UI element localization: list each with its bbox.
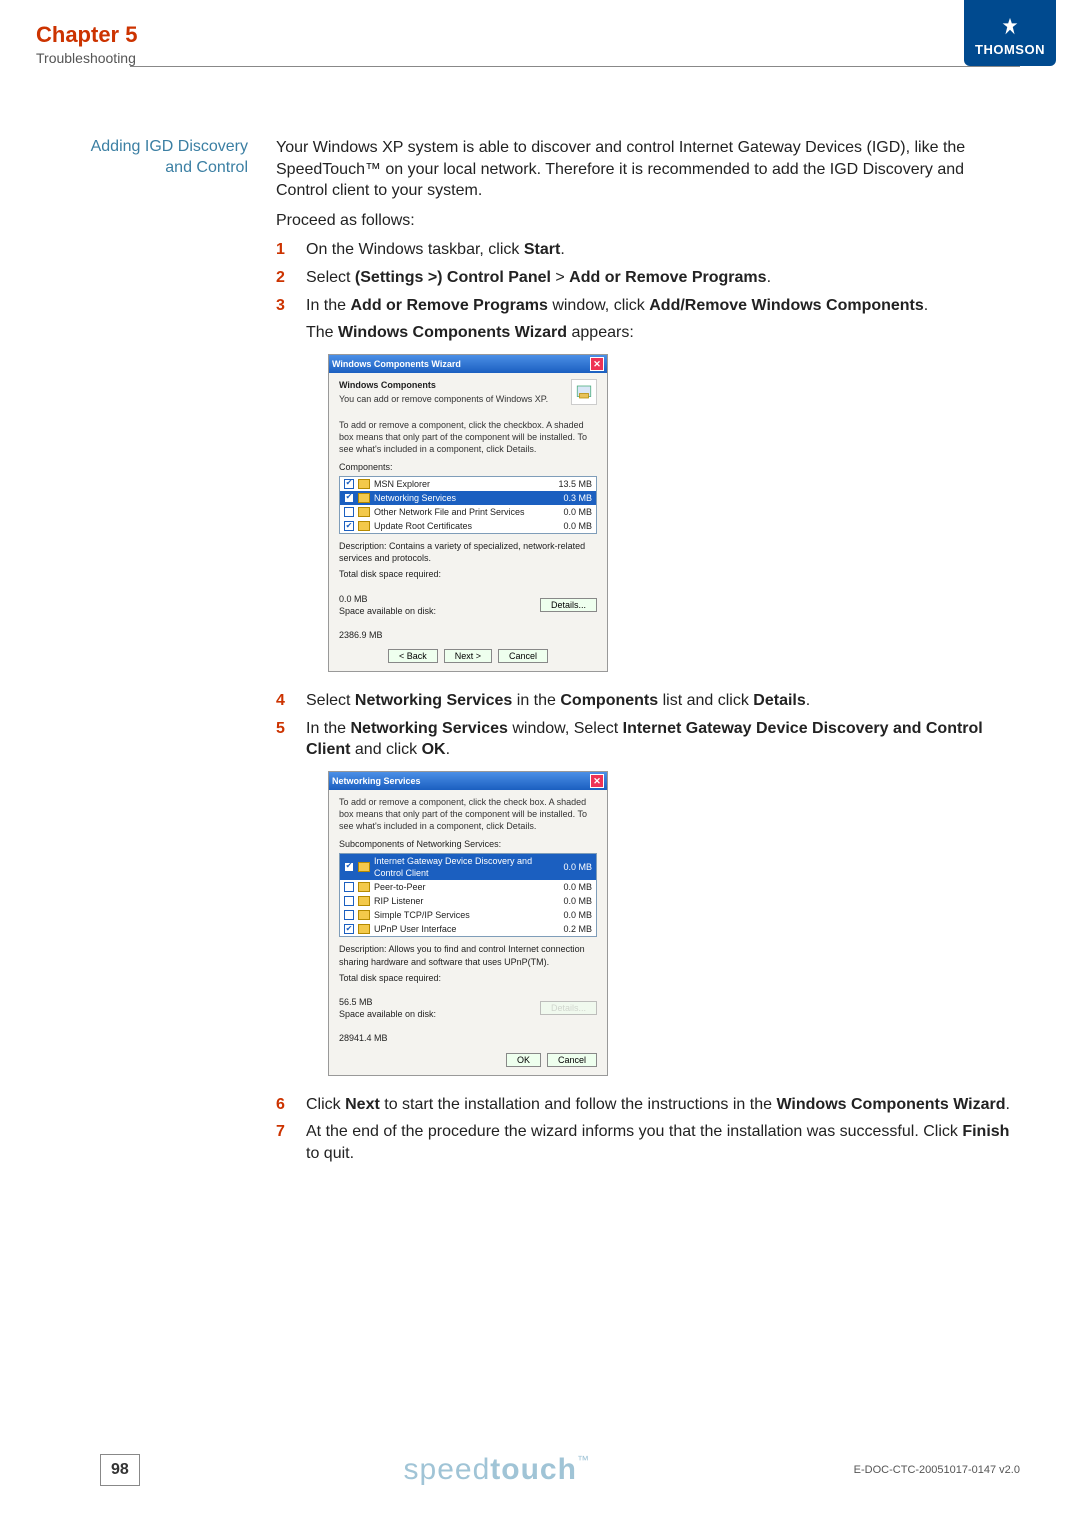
side-heading-line2: and Control bbox=[36, 158, 248, 179]
step-text: In the Networking Services window, Selec… bbox=[306, 718, 1020, 1088]
speedtouch-logo: speedtouch™ bbox=[404, 1453, 590, 1487]
checkbox-icon[interactable] bbox=[344, 896, 354, 906]
step-number: 3 bbox=[276, 295, 292, 685]
dialog-windows-components-wizard: Windows Components Wizard ✕ Windows Comp… bbox=[328, 354, 608, 673]
step-list: 1 On the Windows taskbar, click Start. 2… bbox=[276, 239, 1020, 1164]
chapter-title: Chapter 5 bbox=[36, 22, 137, 48]
side-heading-line1: Adding IGD Discovery bbox=[36, 137, 248, 158]
cancel-button[interactable]: Cancel bbox=[498, 649, 548, 663]
dialog-networking-services: Networking Services ✕ To add or remove a… bbox=[328, 771, 608, 1076]
step-text: Click Next to start the installation and… bbox=[306, 1094, 1020, 1116]
step-text: Select Networking Services in the Compon… bbox=[306, 690, 1020, 712]
step-number: 2 bbox=[276, 267, 292, 289]
step-4: 4 Select Networking Services in the Comp… bbox=[276, 690, 1020, 712]
page-number: 98 bbox=[100, 1454, 140, 1486]
page-footer: 98 speedtouch™ E-DOC-CTC-20051017-0147 v… bbox=[0, 1453, 1080, 1487]
checkbox-icon[interactable] bbox=[344, 479, 354, 489]
dialog-titlebar: Windows Components Wizard ✕ bbox=[329, 355, 607, 373]
dialog-help-text: To add or remove a component, click the … bbox=[339, 796, 597, 832]
checkbox-icon[interactable] bbox=[344, 507, 354, 517]
close-icon[interactable]: ✕ bbox=[590, 357, 604, 371]
folder-icon bbox=[358, 479, 370, 489]
checkbox-icon[interactable] bbox=[344, 924, 354, 934]
list-item[interactable]: Simple TCP/IP Services0.0 MB bbox=[340, 908, 596, 922]
dialog-subheading: You can add or remove components of Wind… bbox=[339, 393, 597, 405]
components-listbox[interactable]: MSN Explorer13.5 MB Networking Services0… bbox=[339, 476, 597, 535]
step-text: On the Windows taskbar, click Start. bbox=[306, 239, 1020, 261]
list-item[interactable]: Peer-to-Peer0.0 MB bbox=[340, 880, 596, 894]
checkbox-icon[interactable] bbox=[344, 882, 354, 892]
list-item[interactable]: RIP Listener0.0 MB bbox=[340, 894, 596, 908]
service-icon bbox=[358, 862, 370, 872]
components-label: Components: bbox=[339, 461, 597, 473]
dialog-help-text: To add or remove a component, click the … bbox=[339, 419, 597, 455]
service-icon bbox=[358, 910, 370, 920]
step-6: 6 Click Next to start the installation a… bbox=[276, 1094, 1020, 1116]
next-button[interactable]: Next > bbox=[444, 649, 492, 663]
dialog-titlebar: Networking Services ✕ bbox=[329, 772, 607, 790]
step-text: Select (Settings >) Control Panel > Add … bbox=[306, 267, 1020, 289]
details-button: Details... bbox=[540, 1001, 597, 1015]
totals-row: Total disk space required: 56.5 MB Space… bbox=[339, 972, 597, 1045]
intro-paragraph: Your Windows XP system is able to discov… bbox=[276, 137, 1020, 202]
thomson-icon bbox=[999, 16, 1021, 38]
document-id: E-DOC-CTC-20051017-0147 v2.0 bbox=[854, 1464, 1020, 1476]
checkbox-icon[interactable] bbox=[344, 862, 354, 872]
step-3: 3 In the Add or Remove Programs window, … bbox=[276, 295, 1020, 685]
chapter-block: Chapter 5 Troubleshooting bbox=[36, 22, 137, 66]
dialog-title: Windows Components Wizard bbox=[332, 358, 461, 370]
folder-icon bbox=[358, 507, 370, 517]
step-text: In the Add or Remove Programs window, cl… bbox=[306, 295, 1020, 685]
ok-button[interactable]: OK bbox=[506, 1053, 541, 1067]
step-number: 7 bbox=[276, 1121, 292, 1164]
step-number: 5 bbox=[276, 718, 292, 1088]
step-1: 1 On the Windows taskbar, click Start. bbox=[276, 239, 1020, 261]
checkbox-icon[interactable] bbox=[344, 910, 354, 920]
dialog-heading: Windows Components bbox=[339, 379, 597, 391]
folder-icon bbox=[358, 493, 370, 503]
step-number: 1 bbox=[276, 239, 292, 261]
service-icon bbox=[358, 882, 370, 892]
cancel-button[interactable]: Cancel bbox=[547, 1053, 597, 1067]
list-item[interactable]: UPnP User Interface0.2 MB bbox=[340, 922, 596, 936]
thomson-logo: THOMSON bbox=[964, 0, 1056, 66]
close-icon[interactable]: ✕ bbox=[590, 774, 604, 788]
proceed-label: Proceed as follows: bbox=[276, 210, 1020, 232]
dialog-button-row: < Back Next > Cancel bbox=[339, 649, 597, 663]
step-text: At the end of the procedure the wizard i… bbox=[306, 1121, 1020, 1164]
step-5: 5 In the Networking Services window, Sel… bbox=[276, 718, 1020, 1088]
details-button[interactable]: Details... bbox=[540, 598, 597, 612]
folder-icon bbox=[358, 521, 370, 531]
subcomponents-label: Subcomponents of Networking Services: bbox=[339, 838, 597, 850]
description-row: Description: Contains a variety of speci… bbox=[339, 540, 597, 564]
service-icon bbox=[358, 924, 370, 934]
side-heading: Adding IGD Discovery and Control bbox=[36, 137, 276, 1170]
service-icon bbox=[358, 896, 370, 906]
thomson-logo-text: THOMSON bbox=[975, 42, 1045, 57]
list-item[interactable]: Other Network File and Print Services0.0… bbox=[340, 505, 596, 519]
list-item[interactable]: Internet Gateway Device Discovery and Co… bbox=[340, 854, 596, 880]
dialog-button-row: OK Cancel bbox=[339, 1053, 597, 1067]
checkbox-icon[interactable] bbox=[344, 521, 354, 531]
list-item[interactable]: Update Root Certificates0.0 MB bbox=[340, 519, 596, 533]
screenshot-components-wizard: Windows Components Wizard ✕ Windows Comp… bbox=[328, 354, 1020, 673]
back-button[interactable]: < Back bbox=[388, 649, 438, 663]
step-number: 6 bbox=[276, 1094, 292, 1116]
page-body: Adding IGD Discovery and Control Your Wi… bbox=[0, 67, 1080, 1170]
step-number: 4 bbox=[276, 690, 292, 712]
checkbox-icon[interactable] bbox=[344, 493, 354, 503]
list-item[interactable]: Networking Services0.3 MB bbox=[340, 491, 596, 505]
step-2: 2 Select (Settings >) Control Panel > Ad… bbox=[276, 267, 1020, 289]
page-header: Chapter 5 Troubleshooting THOMSON bbox=[0, 0, 1080, 66]
wizard-icon bbox=[571, 379, 597, 405]
description-row: Description: Allows you to find and cont… bbox=[339, 943, 597, 967]
screenshot-networking-services: Networking Services ✕ To add or remove a… bbox=[328, 771, 1020, 1076]
dialog-title: Networking Services bbox=[332, 775, 421, 787]
step-7: 7 At the end of the procedure the wizard… bbox=[276, 1121, 1020, 1164]
subcomponents-listbox[interactable]: Internet Gateway Device Discovery and Co… bbox=[339, 853, 597, 938]
totals-row: Total disk space required: 0.0 MB Space … bbox=[339, 568, 597, 641]
list-item[interactable]: MSN Explorer13.5 MB bbox=[340, 477, 596, 491]
chapter-subtitle: Troubleshooting bbox=[36, 50, 137, 66]
main-column: Your Windows XP system is able to discov… bbox=[276, 137, 1020, 1170]
